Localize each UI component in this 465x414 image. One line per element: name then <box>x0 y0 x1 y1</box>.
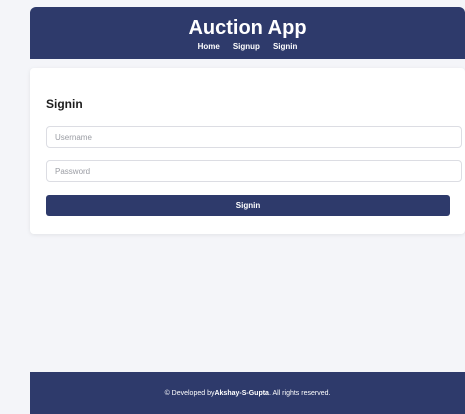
app-footer: © Developed by Akshay-S-Gupta . All righ… <box>30 372 465 414</box>
app-header: Auction App Home Signup Signin <box>30 7 465 59</box>
username-input[interactable] <box>46 126 462 148</box>
nav-link-signup[interactable]: Signup <box>233 42 260 52</box>
signin-button[interactable]: Signin <box>46 195 450 216</box>
main-nav: Home Signup Signin <box>30 42 465 52</box>
signin-card: Signin Signin <box>30 68 465 234</box>
signin-heading: Signin <box>46 97 83 111</box>
app-container: Auction App Home Signup Signin Signin Si… <box>30 7 465 414</box>
password-input[interactable] <box>46 160 462 182</box>
app-title: Auction App <box>188 17 307 39</box>
nav-link-home[interactable]: Home <box>198 42 220 52</box>
footer-author: Akshay-S-Gupta <box>214 389 269 397</box>
nav-link-signin[interactable]: Signin <box>273 42 297 52</box>
footer-suffix: . All rights reserved. <box>268 389 331 397</box>
footer-prefix: © Developed by <box>164 389 215 397</box>
